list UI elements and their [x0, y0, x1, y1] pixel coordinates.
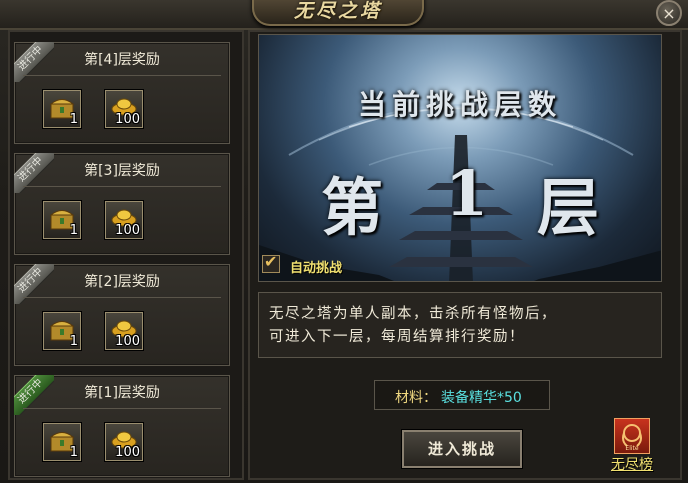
divider — [23, 408, 221, 409]
material-value: 装备精华*50 — [441, 390, 522, 406]
reward-item-slot[interactable]: 1 — [43, 201, 81, 239]
reward-card-floor-3: 进行中 第[3]层奖励 1 100 — [14, 153, 230, 255]
divider — [23, 75, 221, 76]
auto-challenge-label: 自动挑战 — [290, 261, 343, 276]
description-line-1: 无尽之塔为单人副本，击杀所有怪物后， — [269, 306, 557, 322]
close-button[interactable]: × — [656, 0, 682, 26]
close-icon: × — [662, 4, 676, 23]
description-line-2: 可进入下一层，每周结算排行奖励！ — [269, 329, 525, 345]
divider — [23, 297, 221, 298]
badge-text: Elite — [625, 445, 638, 452]
reward-item-slot[interactable]: 1 — [43, 312, 81, 350]
reward-title: 第[1]层奖励 — [84, 385, 160, 401]
tower-description: 无尽之塔为单人副本，击杀所有怪物后， 可进入下一层，每周结算排行奖励！ — [258, 292, 662, 358]
reward-item-slot[interactable]: 100 — [105, 90, 143, 128]
item-count: 100 — [115, 223, 140, 238]
ranking-link[interactable]: 无尽榜 — [604, 454, 660, 474]
item-count: 1 — [69, 223, 78, 238]
laurel-emblem-icon: Elite — [622, 424, 642, 452]
reward-card-floor-4: 进行中 第[4]层奖励 1 100 — [14, 42, 230, 144]
reward-item-slot[interactable]: 1 — [43, 90, 81, 128]
floor-prefix: 第 — [321, 171, 384, 244]
divider — [23, 186, 221, 187]
material-label: 材料： — [395, 390, 437, 406]
ranking-badge-icon[interactable]: Elite — [614, 418, 650, 454]
floor-suffix: 层 — [537, 171, 600, 244]
reward-title: 第[2]层奖励 — [84, 274, 160, 290]
reward-title: 第[4]层奖励 — [84, 52, 160, 68]
reward-item-slot[interactable]: 100 — [105, 423, 143, 461]
banner-heading: 当前挑战层数 — [357, 88, 562, 121]
floor-number: 1 — [445, 157, 489, 230]
reward-item-slot[interactable]: 100 — [105, 312, 143, 350]
title-bar: 无尽之塔 × — [0, 0, 688, 30]
item-count: 1 — [69, 445, 78, 460]
enter-challenge-button[interactable]: 进入挑战 — [402, 430, 522, 468]
item-count: 1 — [69, 334, 78, 349]
title-plate: 无尽之塔 — [252, 0, 424, 26]
reward-item-slot[interactable]: 100 — [105, 201, 143, 239]
material-requirement: 材料： 装备精华*50 — [374, 380, 550, 410]
window-title: 无尽之塔 — [293, 0, 382, 22]
auto-challenge-checkbox[interactable]: ✔ — [262, 252, 280, 273]
tower-banner: 当前挑战层数 第 1 层 — [258, 34, 662, 282]
reward-title: 第[3]层奖励 — [84, 163, 160, 179]
reward-card-floor-1: 进行中 第[1]层奖励 1 100 — [14, 375, 230, 477]
item-count: 1 — [69, 112, 78, 127]
item-count: 100 — [115, 445, 140, 460]
item-count: 100 — [115, 334, 140, 349]
checkmark-icon: ✔ — [264, 252, 278, 271]
reward-item-slot[interactable]: 1 — [43, 423, 81, 461]
reward-card-floor-2: 进行中 第[2]层奖励 1 100 — [14, 264, 230, 366]
tower-window: 无尽之塔 × 进行中 第[4]层奖励 1 100 进行中 第[3]层奖励 1 1… — [0, 0, 688, 483]
item-count: 100 — [115, 112, 140, 127]
